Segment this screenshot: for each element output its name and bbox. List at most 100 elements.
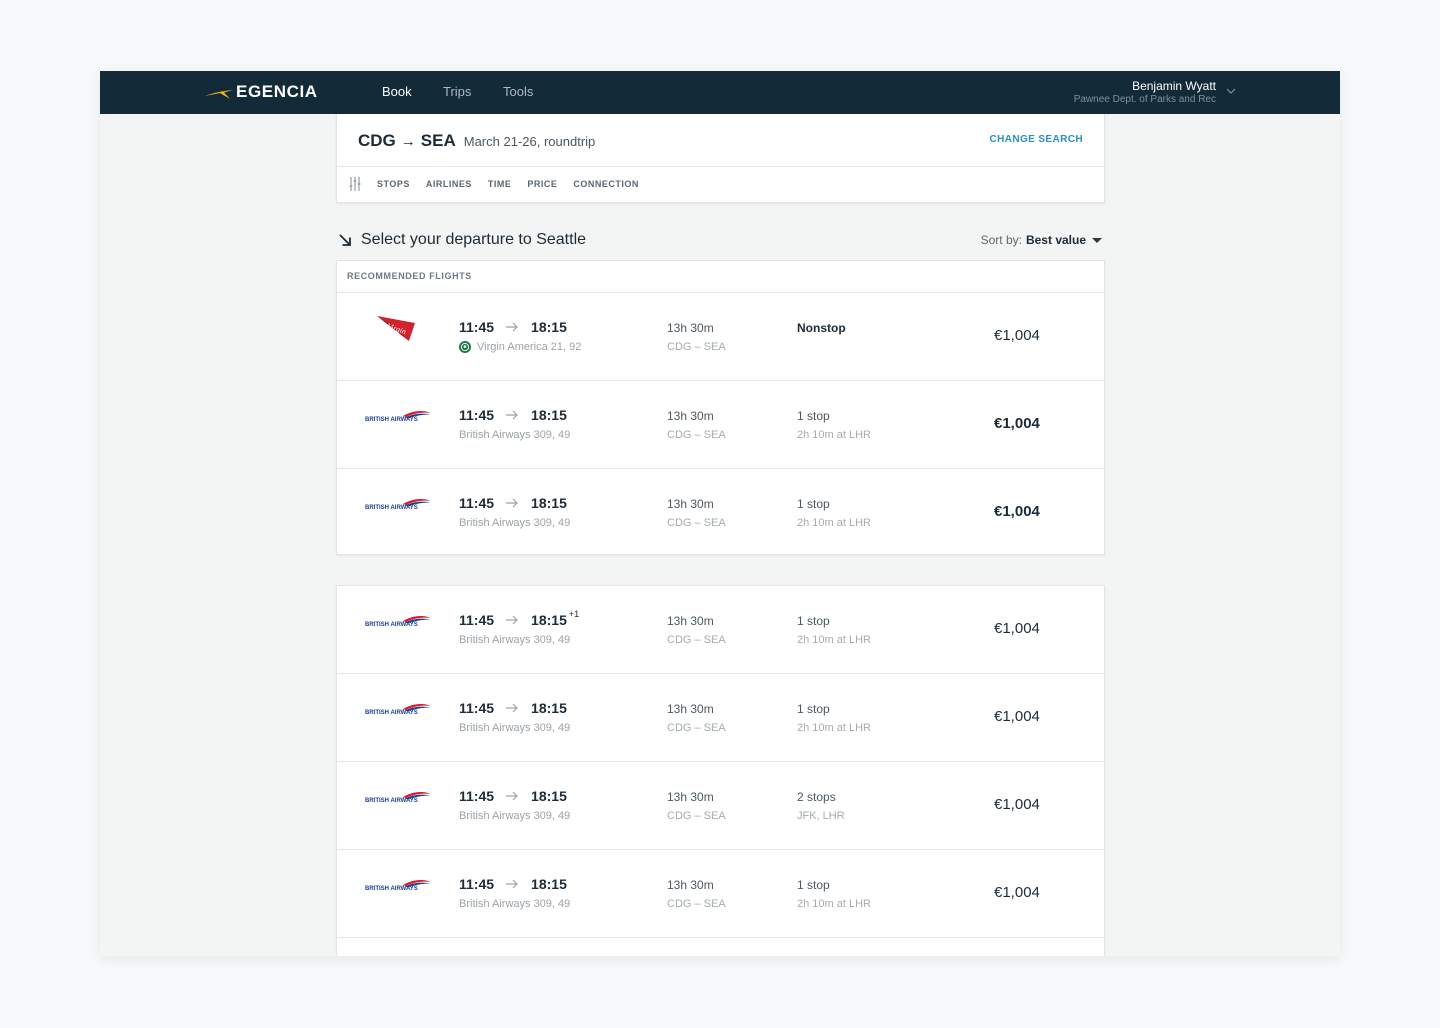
flight-route: CDG – SEA — [667, 429, 726, 441]
recommended-flight-list: Virgin 11:45 18:15 Virgin America 21, 92… — [337, 293, 1104, 557]
airline-flight-numbers: Virgin America 21, 92 — [459, 341, 581, 353]
british-airways-logo: BRITISH AIRWAYS — [365, 411, 430, 423]
arrow-right-icon — [506, 791, 518, 801]
stop-detail: 2h 10m at LHR — [797, 722, 871, 734]
other-flight-list: BRITISH AIRWAYS 11:45 18:15 +1 British Ai… — [337, 586, 1104, 938]
stop-detail: 2h 10m at LHR — [797, 898, 871, 910]
departure-time: 11:45 — [459, 700, 495, 716]
british-airways-logo: BRITISH AIRWAYS — [365, 704, 430, 716]
airline-logo: BRITISH AIRWAYS — [365, 407, 431, 429]
arrow-right-icon — [506, 322, 518, 332]
stops-count: Nonstop — [797, 321, 846, 335]
flight-row[interactable]: Virgin 11:45 18:15 Virgin America 21, 92… — [337, 293, 1104, 381]
departure-time: 11:45 — [459, 876, 495, 892]
nav-book[interactable]: Book — [382, 84, 412, 100]
flight-row[interactable]: BRITISH AIRWAYS 11:45 18:15 +1 British Ai… — [337, 586, 1104, 674]
egencia-swoosh-icon — [205, 90, 233, 99]
departure-time: 11:45 — [459, 612, 495, 628]
origin-code: CDG — [358, 131, 396, 150]
flight-times: 11:45 18:15 — [459, 876, 569, 892]
divider — [337, 166, 1104, 167]
flight-duration: 13h 30m — [667, 878, 714, 892]
svg-text:BRITISH AIRWAYS: BRITISH AIRWAYS — [365, 417, 418, 423]
svg-text:BRITISH AIRWAYS: BRITISH AIRWAYS — [365, 505, 418, 511]
airline-flight-numbers: British Airways 309, 49 — [459, 517, 570, 529]
flight-duration: 13h 30m — [667, 497, 714, 511]
flight-row[interactable]: BRITISH AIRWAYS 11:45 18:15 British Airw… — [337, 850, 1104, 938]
airline-name: Virgin America 21, 92 — [477, 341, 582, 353]
british-airways-logo: BRITISH AIRWAYS — [365, 880, 430, 892]
sort-label: Sort by: — [980, 233, 1022, 247]
stops-count: 1 stop — [797, 409, 830, 423]
destination-code: SEA — [420, 131, 456, 150]
nav-tools[interactable]: Tools — [503, 84, 533, 100]
arrival-time: 18:15 — [531, 612, 567, 628]
flight-row[interactable]: BRITISH AIRWAYS 11:45 18:15 British Airw… — [337, 469, 1104, 557]
arrival-time: 18:15 — [531, 407, 567, 423]
flight-row[interactable]: BRITISH AIRWAYS 11:45 18:15 British Airw… — [337, 381, 1104, 469]
recommended-label: RECOMMENDED FLIGHTS — [337, 261, 1104, 293]
departure-time: 11:45 — [459, 495, 495, 511]
filter-sliders-icon[interactable] — [349, 177, 361, 191]
british-airways-logo: BRITISH AIRWAYS — [365, 616, 430, 628]
stops-count: 1 stop — [797, 878, 830, 892]
airline-logo: BRITISH AIRWAYS — [365, 700, 431, 722]
flight-route: CDG – SEA — [667, 898, 726, 910]
flight-price: €1,004 — [994, 884, 1040, 901]
recommended-flights-card: RECOMMENDED FLIGHTS Virgin 11:45 18:15 V… — [336, 260, 1105, 555]
svg-text:BRITISH AIRWAYS: BRITISH AIRWAYS — [365, 886, 418, 892]
arrival-time: 18:15 — [531, 495, 567, 511]
filter-time[interactable]: TIME — [488, 179, 512, 189]
app-window: EGENCIA Book Trips Tools Benjamin Wyatt … — [100, 71, 1340, 956]
arrival-time: 18:15 — [531, 319, 567, 335]
stop-detail: 2h 10m at LHR — [797, 429, 871, 441]
arrival-time: 18:15 — [531, 876, 567, 892]
starbucks-icon — [459, 341, 471, 353]
search-summary-card: CDG → SEA March 21-26, roundtrip CHANGE … — [336, 114, 1105, 203]
user-menu[interactable]: Benjamin Wyatt Pawnee Dept. of Parks and… — [1074, 79, 1216, 107]
departure-time: 11:45 — [459, 319, 495, 335]
nav-trips[interactable]: Trips — [443, 84, 471, 100]
flight-price: €1,004 — [994, 620, 1040, 637]
airline-flight-numbers: British Airways 309, 49 — [459, 634, 570, 646]
flight-route: CDG – SEA — [667, 722, 726, 734]
flight-price: €1,004 — [994, 327, 1040, 344]
virgin-america-logo: Virgin — [377, 316, 415, 341]
flight-row[interactable]: BRITISH AIRWAYS 11:45 18:15 British Airw… — [337, 674, 1104, 762]
flight-duration: 13h 30m — [667, 321, 714, 335]
flight-price: €1,004 — [994, 503, 1040, 520]
flight-times: 11:45 18:15 — [459, 700, 569, 716]
airline-flight-numbers: British Airways 309, 49 — [459, 722, 570, 734]
filter-stops[interactable]: STOPS — [377, 179, 410, 189]
sort-dropdown[interactable]: Sort by: Best value — [981, 233, 1102, 247]
arrow-right-icon — [506, 498, 518, 508]
airline-logo: BRITISH AIRWAYS — [365, 876, 431, 898]
change-search-button[interactable]: CHANGE SEARCH — [989, 134, 1083, 145]
flight-route: CDG – SEA — [667, 634, 726, 646]
trip-dates: March 21-26, roundtrip — [463, 134, 596, 149]
caret-down-icon — [1092, 237, 1102, 243]
user-name: Benjamin Wyatt — [1132, 79, 1216, 93]
stops-count: 1 stop — [797, 497, 830, 511]
filter-airlines[interactable]: AIRLINES — [426, 179, 472, 189]
flight-route: CDG – SEA — [667, 810, 726, 822]
chevron-down-icon[interactable] — [1226, 86, 1236, 96]
filter-bar: STOPS AIRLINES TIME PRICE CONNECTION — [349, 177, 655, 191]
flight-times: 11:45 18:15 — [459, 495, 569, 511]
flight-times: 11:45 18:15 — [459, 407, 569, 423]
egencia-logo[interactable]: EGENCIA — [204, 82, 318, 102]
stops-count: 1 stop — [797, 614, 830, 628]
user-organization: Pawnee Dept. of Parks and Rec — [1073, 94, 1216, 105]
british-airways-logo: BRITISH AIRWAYS — [365, 792, 430, 804]
flight-route: CDG – SEA — [667, 517, 726, 529]
airline-logo: Virgin — [365, 316, 431, 341]
flight-row[interactable]: BRITISH AIRWAYS 11:45 18:15 British Airw… — [337, 762, 1104, 850]
filter-price[interactable]: PRICE — [527, 179, 557, 189]
airline-name: British Airways 309, 49 — [459, 722, 571, 734]
arrow-right-icon — [506, 615, 518, 625]
svg-text:BRITISH AIRWAYS: BRITISH AIRWAYS — [365, 798, 418, 804]
stop-detail: 2h 10m at LHR — [797, 634, 871, 646]
flight-duration: 13h 30m — [667, 790, 714, 804]
arrow-right-icon — [506, 410, 518, 420]
filter-connection[interactable]: CONNECTION — [573, 179, 639, 189]
